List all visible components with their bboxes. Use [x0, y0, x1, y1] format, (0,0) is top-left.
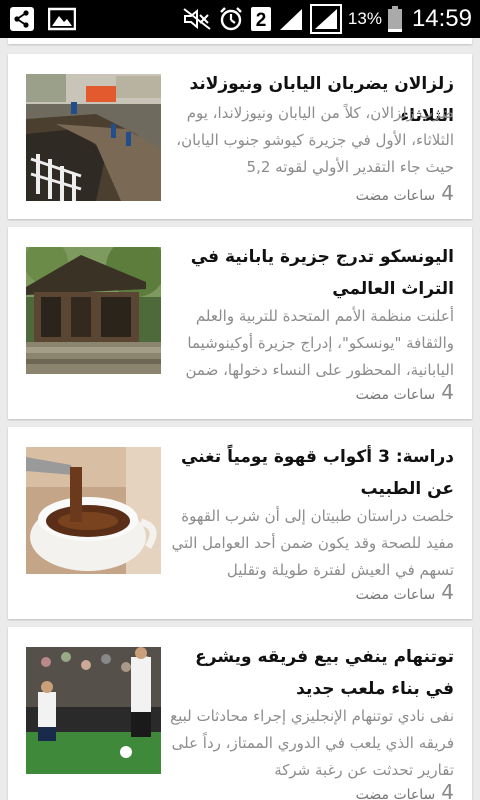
time-text: ساعات مضت [355, 587, 436, 603]
news-card-title[interactable]: توتنهام ينفي بيع فريقه ويشرع في بناء ملع… [170, 641, 454, 705]
time-number: 4 [441, 380, 454, 404]
signal-outline-icon [309, 4, 342, 34]
news-card-title[interactable]: اليونسكو تدرج جزيرة يابانية في التراث ال… [170, 241, 454, 305]
image-icon [48, 7, 76, 31]
status-bar-right: 2 13% 14:59 [182, 4, 472, 34]
news-card-thumbnail[interactable] [26, 647, 161, 774]
news-card-summary: ضرب زلزالان، كلاً من اليابان ونيوزلاندا،… [176, 104, 454, 176]
battery-percent: 13% [347, 9, 382, 28]
signal-icon [278, 7, 304, 31]
previous-card-edge [8, 38, 472, 44]
news-card-summary: خلصت دراستان طبيتان إلى أن شرب القهوة مف… [171, 507, 454, 579]
news-card-time: 4 ساعات مضت [356, 580, 454, 604]
news-card[interactable]: توتنهام ينفي بيع فريقه ويشرع في بناء ملع… [8, 627, 472, 800]
clock: 14:59 [411, 5, 472, 32]
battery-icon [387, 6, 402, 32]
status-bar: 2 13% 14:59 [0, 0, 480, 38]
alarm-icon [218, 6, 244, 32]
time-text: ساعات مضت [355, 787, 436, 800]
news-feed[interactable]: زلزالان يضربان اليابان ونيوزلاند الثلاثا… [0, 38, 480, 800]
news-card-thumbnail[interactable] [26, 247, 161, 374]
news-card-title[interactable]: دراسة: 3 أكواب قهوة يومياً تغني عن الطبي… [170, 441, 454, 505]
time-text: ساعات مضت [355, 387, 436, 403]
time-text: ساعات مضت [355, 188, 436, 204]
time-number: 4 [441, 580, 454, 604]
news-card-summary: أعلنت منظمة الأمم المتحدة للتربية والعلم… [185, 307, 454, 379]
news-card-thumbnail[interactable] [26, 447, 161, 574]
status-bar-left [10, 7, 76, 31]
news-card-time: 4 ساعات مضت [356, 380, 454, 404]
news-card-time: 4 ساعات مضت [356, 181, 454, 205]
time-number: 4 [441, 181, 454, 205]
news-card[interactable]: دراسة: 3 أكواب قهوة يومياً تغني عن الطبي… [8, 427, 472, 619]
mute-icon [182, 7, 212, 31]
time-number: 4 [441, 780, 454, 800]
news-card-summary: نفى نادي توتنهام الإنجليزي إجراء محادثات… [170, 707, 454, 779]
sim-2-icon: 2 [250, 6, 272, 32]
news-card-thumbnail[interactable] [26, 74, 161, 201]
news-card-time: 4 ساعات مضت [356, 780, 454, 800]
news-card[interactable]: زلزالان يضربان اليابان ونيوزلاند الثلاثا… [8, 54, 472, 219]
news-card[interactable]: اليونسكو تدرج جزيرة يابانية في التراث ال… [8, 227, 472, 419]
share-icon [10, 7, 34, 31]
sim-label: 2 [256, 10, 267, 31]
